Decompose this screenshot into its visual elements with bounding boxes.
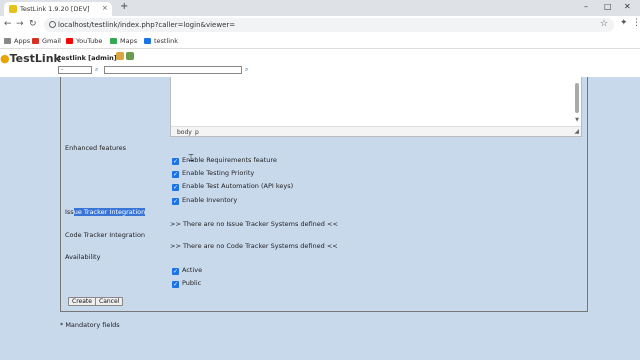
checkbox-public[interactable]: ✓ Public [172,279,201,288]
logout-icon[interactable] [126,52,134,60]
minimize-icon[interactable]: – [584,2,588,12]
maps-icon [110,38,117,44]
bookmark-label: YouTube [76,37,103,45]
bookmark-testlink[interactable]: testlink [144,37,178,45]
editor-path-p[interactable]: p [195,129,199,136]
browser-menu-icon[interactable]: ⋮ [632,18,640,28]
checkbox-label: Enable Test Automation (API keys) [182,182,294,190]
bookmark-label: Maps [120,37,138,45]
bookmark-apps[interactable]: Apps [4,37,30,45]
address-bar[interactable]: localhost/testlink/index.php?caller=logi… [44,18,614,32]
back-icon[interactable]: ← [4,19,12,29]
availability-label: Availability [65,253,101,261]
testlink-icon [144,38,151,44]
checkbox-checked-icon[interactable]: ✓ [172,171,179,178]
checkbox-label: Active [182,266,203,274]
editor-status-bar: body p ◢ [171,126,581,136]
url-text: localhost/testlink/index.php?caller=logi… [58,21,236,29]
checkbox-checked-icon[interactable]: ✓ [172,281,179,288]
code-tracker-label: Code Tracker Integration [65,231,146,239]
user-info-icon[interactable] [116,52,124,60]
checkbox-checked-icon[interactable]: ✓ [172,268,179,275]
editor-path-body[interactable]: body [177,129,192,136]
bookmark-star-icon[interactable]: ☆ [600,19,608,29]
browser-tab-bar: TestLink 1.9.20 [DEV] × + – □ ✕ [0,0,640,16]
extensions-icon[interactable]: ✦ [620,18,628,28]
bookmark-label: testlink [154,37,178,45]
user-label: testlink [admin] [58,54,117,62]
bookmark-youtube[interactable]: YouTube [66,37,102,45]
apps-icon [4,38,11,44]
testlink-favicon-icon [9,5,17,13]
maximize-icon[interactable]: □ [604,2,612,12]
main-content: ▼ body p ◢ Enhanced features ✓ Enable Req… [0,77,640,360]
browser-tab[interactable]: TestLink 1.9.20 [DEV] × [4,2,112,16]
checkbox-label: Enable Inventory [182,196,238,204]
resize-handle-icon[interactable]: ◢ [574,128,579,135]
bookmark-maps[interactable]: Maps [110,37,137,45]
mandatory-fields-note: * Mandatory fields [60,321,120,329]
tab-title: TestLink 1.9.20 [DEV] [20,5,90,13]
mouse-cursor-icon: ⌶ [188,153,194,164]
new-tab-button[interactable]: + [120,2,128,12]
youtube-icon [66,38,73,44]
search-icon[interactable]: ⌕ [95,66,98,74]
bookmark-label: Gmail [42,37,61,45]
checkbox-checked-icon[interactable]: ✓ [172,184,179,191]
forward-icon[interactable]: → [16,19,24,29]
tab-close-icon[interactable]: × [102,4,108,12]
checkbox-testing-priority[interactable]: ✓ Enable Testing Priority [172,169,254,178]
checkbox-checked-icon[interactable]: ✓ [172,158,179,165]
gmail-icon [32,38,39,44]
bookmark-gmail[interactable]: Gmail [32,37,61,45]
create-button[interactable]: Create [68,297,96,306]
issue-tracker-label: Issue Tracker Integration [65,208,146,216]
browser-toolbar: ← → ↻ localhost/testlink/index.php?calle… [0,16,640,34]
cancel-button[interactable]: Cancel [95,297,124,306]
bookmark-label: Apps [14,37,31,45]
test-project-select[interactable]: - [58,66,92,74]
reload-icon[interactable]: ↻ [29,19,37,29]
search-go-icon[interactable]: ⌕ [245,66,248,74]
enhanced-features-label: Enhanced features [65,144,127,152]
bookmarks-bar: Apps Gmail YouTube Maps testlink [0,34,640,49]
notes-editor[interactable]: ▼ body p ◢ [170,77,582,137]
site-info-icon[interactable] [49,21,56,28]
checkbox-checked-icon[interactable]: ✓ [172,198,179,205]
close-window-icon[interactable]: ✕ [624,2,631,12]
scroll-down-icon[interactable]: ▼ [575,117,579,123]
selected-text: ue Tracker Integration [73,208,146,216]
checkbox-active[interactable]: ✓ Active [172,266,202,275]
checkbox-inventory[interactable]: ✓ Enable Inventory [172,196,237,205]
issue-tracker-message: >> There are no Issue Tracker Systems de… [170,220,338,228]
checkbox-label: Enable Requirements feature [182,156,277,164]
checkbox-label: Enable Testing Priority [182,169,255,177]
testlink-header: ●TestLink testlink [admin] - ⌕ ⌕ [0,49,640,77]
checkbox-test-automation[interactable]: ✓ Enable Test Automation (API keys) [172,182,293,191]
editor-scrollbar[interactable] [575,83,579,113]
code-tracker-message: >> There are no Code Tracker Systems def… [170,242,338,250]
checkbox-label: Public [182,279,202,287]
testlink-logo: ●TestLink [0,52,61,65]
search-input[interactable] [104,66,242,74]
